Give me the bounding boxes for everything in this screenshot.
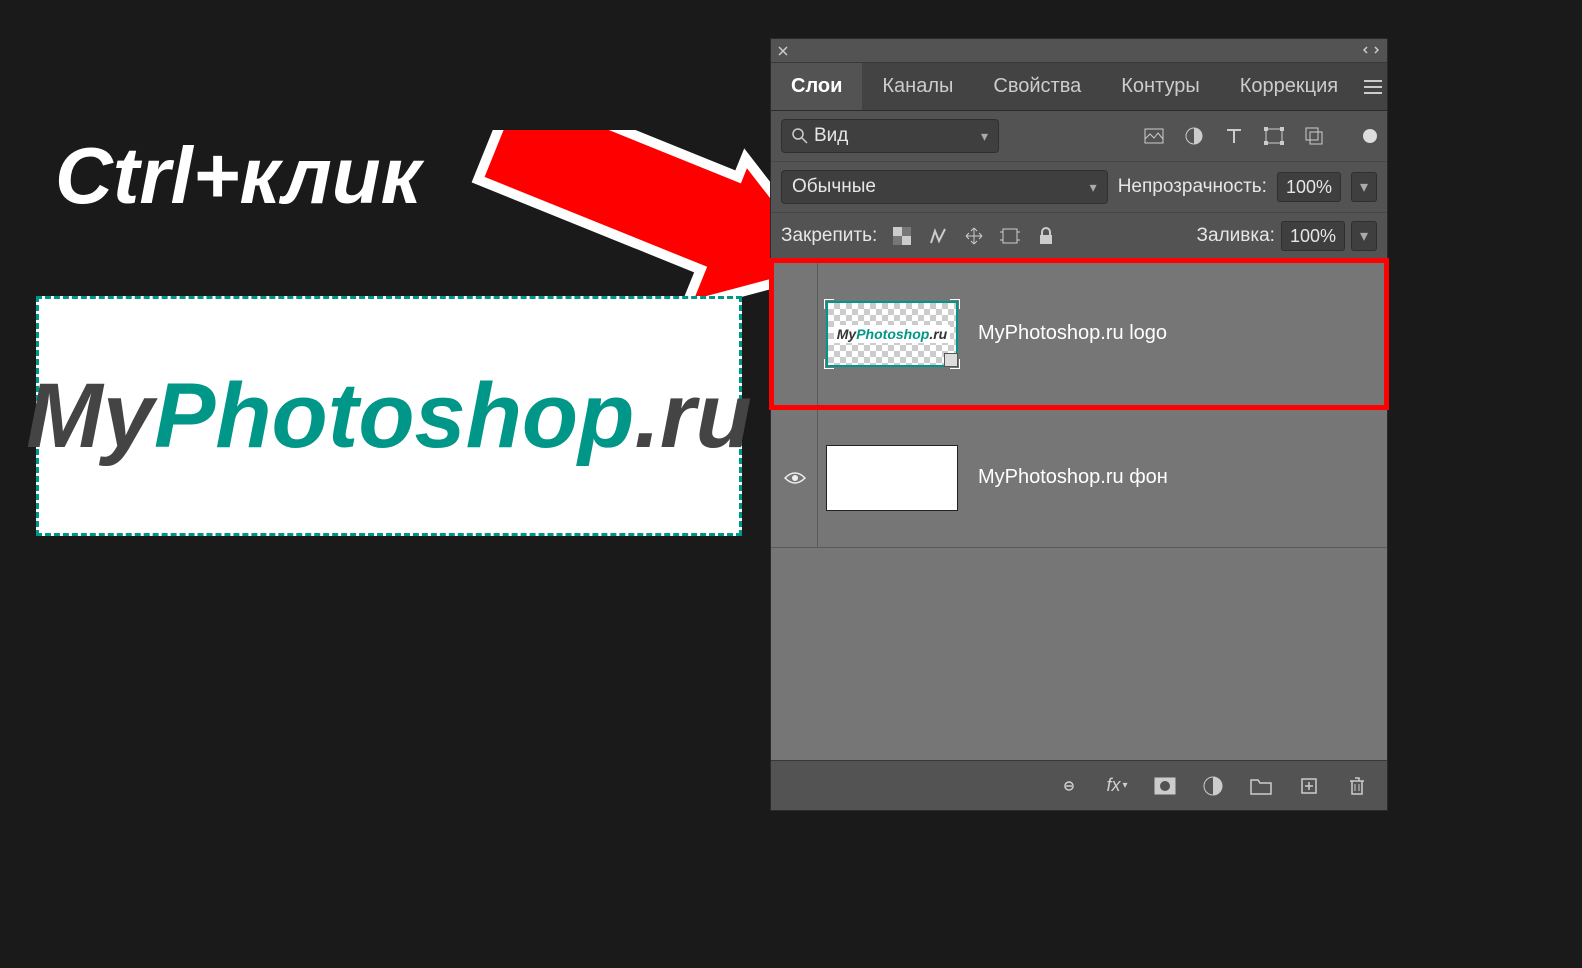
layer-filter-icons xyxy=(1143,125,1377,147)
panel-menu-button[interactable] xyxy=(1358,80,1387,94)
layer-thumbnail[interactable]: MyPhotoshop.ru xyxy=(826,301,958,367)
layer-filter-label: Вид xyxy=(814,125,848,147)
canvas-selection-preview: MyPhotoshop.ru xyxy=(36,296,742,536)
layer-filter-select[interactable]: Вид ▾ xyxy=(781,119,999,153)
opacity-label: Непрозрачность: xyxy=(1118,176,1267,198)
chevron-down-icon: ▾ xyxy=(1090,179,1097,196)
layer-item[interactable]: MyPhotoshop.ru MyPhotoshop.ru logo xyxy=(771,260,1387,408)
layer-name[interactable]: MyPhotoshop.ru logo xyxy=(978,322,1167,345)
filter-pixel-icon[interactable] xyxy=(1143,125,1165,147)
filter-adjustment-icon[interactable] xyxy=(1183,125,1205,147)
layer-filter-row: Вид ▾ xyxy=(771,111,1387,162)
tab-layers[interactable]: Слои xyxy=(771,63,862,110)
lock-position-icon[interactable] xyxy=(963,225,985,247)
layers-panel: Слои Каналы Свойства Контуры Коррекция В… xyxy=(770,38,1388,811)
layer-item[interactable]: MyPhotoshop.ru фон xyxy=(771,408,1387,548)
logo-part-photoshop: Photoshop xyxy=(154,365,634,467)
opacity-dropdown[interactable]: ▾ xyxy=(1351,172,1377,202)
lock-label: Закрепить: xyxy=(781,225,877,247)
layer-effects-button[interactable]: fx▾ xyxy=(1105,774,1129,798)
search-icon xyxy=(792,128,808,144)
canvas-logo-text: MyPhotoshop.ru xyxy=(26,364,752,469)
layers-footer: fx▾ xyxy=(771,760,1387,810)
filter-toggle[interactable] xyxy=(1363,129,1377,143)
blend-opacity-row: Обычные ▾ Непрозрачность: 100% ▾ xyxy=(771,162,1387,213)
lock-fill-row: Закрепить: Заливка: 100% ▾ xyxy=(771,213,1387,260)
collapse-panel-button[interactable] xyxy=(1363,45,1381,57)
layer-visibility-toggle[interactable] xyxy=(773,470,817,486)
annotation-label: Ctrl+клик xyxy=(55,130,421,222)
tab-channels[interactable]: Каналы xyxy=(862,63,973,110)
lock-pixels-icon[interactable] xyxy=(927,225,949,247)
close-panel-button[interactable] xyxy=(777,45,789,57)
tab-properties[interactable]: Свойства xyxy=(973,63,1101,110)
fill-dropdown[interactable]: ▾ xyxy=(1351,221,1377,251)
logo-part-my: My xyxy=(26,365,154,467)
eye-icon xyxy=(784,470,806,486)
filter-shape-icon[interactable] xyxy=(1263,125,1285,147)
layer-name[interactable]: MyPhotoshop.ru фон xyxy=(978,466,1168,489)
tab-adjustments[interactable]: Коррекция xyxy=(1220,63,1358,110)
panel-tabs: Слои Каналы Свойства Контуры Коррекция xyxy=(771,63,1387,111)
blend-mode-select[interactable]: Обычные ▾ xyxy=(781,170,1108,204)
logo-part-suffix: .ru xyxy=(634,365,752,467)
new-layer-button[interactable] xyxy=(1297,774,1321,798)
add-mask-button[interactable] xyxy=(1153,774,1177,798)
filter-smartobject-icon[interactable] xyxy=(1303,125,1325,147)
delete-layer-button[interactable] xyxy=(1345,774,1369,798)
chevron-down-icon: ▾ xyxy=(981,128,988,145)
layers-list: MyPhotoshop.ru MyPhotoshop.ru logo MyPho… xyxy=(771,260,1387,760)
opacity-input[interactable]: 100% xyxy=(1277,172,1341,202)
filter-text-icon[interactable] xyxy=(1223,125,1245,147)
fill-label: Заливка: xyxy=(1197,225,1275,247)
lock-all-icon[interactable] xyxy=(1035,225,1057,247)
lock-artboard-icon[interactable] xyxy=(999,225,1021,247)
lock-transparency-icon[interactable] xyxy=(891,225,913,247)
new-group-button[interactable] xyxy=(1249,774,1273,798)
fill-input[interactable]: 100% xyxy=(1281,221,1345,251)
layer-thumbnail[interactable] xyxy=(826,445,958,511)
add-adjustment-button[interactable] xyxy=(1201,774,1225,798)
link-layers-button[interactable] xyxy=(1057,774,1081,798)
panel-titlebar xyxy=(771,39,1387,63)
smartobject-badge-icon xyxy=(944,353,958,367)
tab-paths[interactable]: Контуры xyxy=(1101,63,1219,110)
blend-mode-value: Обычные xyxy=(792,176,876,198)
